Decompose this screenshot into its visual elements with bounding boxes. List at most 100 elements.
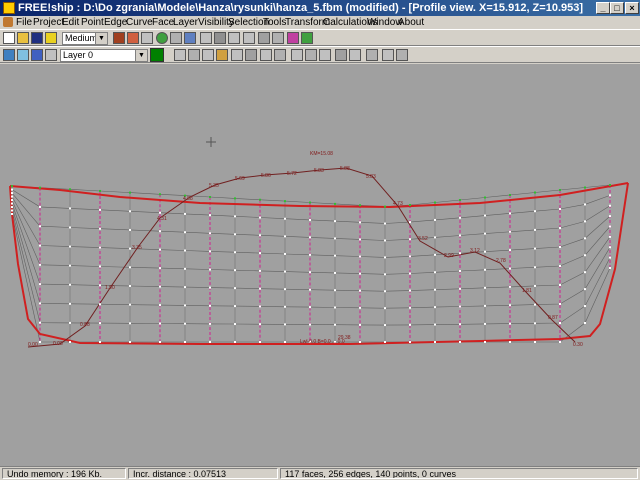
export-icon[interactable] xyxy=(45,32,57,44)
face-new-icon[interactable] xyxy=(382,49,394,61)
control-point xyxy=(129,210,131,213)
curve-value: 3.35 xyxy=(132,245,142,251)
baseline-value: 29.38 xyxy=(338,335,351,341)
control-point xyxy=(509,212,511,215)
close-button[interactable]: × xyxy=(625,2,639,14)
profile-viewport[interactable]: KM=15.08 Lwl-0.0 B=0.0 ... 0.0 29.38 0.0… xyxy=(0,64,640,466)
control-point xyxy=(184,249,186,252)
cut-icon[interactable] xyxy=(188,49,200,61)
open-file-icon[interactable] xyxy=(17,32,29,44)
control-point xyxy=(184,267,186,270)
waterline xyxy=(11,213,611,343)
control-point xyxy=(129,341,131,343)
control-point xyxy=(534,247,536,250)
face-invert-icon[interactable] xyxy=(396,49,408,61)
fair-icon[interactable] xyxy=(319,49,331,61)
select-icon[interactable] xyxy=(228,32,240,44)
curve-value: 0.00 xyxy=(28,342,38,348)
camera-icon[interactable] xyxy=(214,32,226,44)
curve-insert-icon[interactable] xyxy=(366,49,378,61)
view-icon[interactable] xyxy=(200,32,212,44)
hull-drawing[interactable]: KM=15.08 Lwl-0.0 B=0.0 ... 0.0 29.38 0.0… xyxy=(0,64,640,466)
zebra-icon[interactable] xyxy=(184,32,196,44)
new-layer-icon[interactable] xyxy=(31,49,43,61)
save-icon[interactable] xyxy=(31,32,43,44)
plane-icon[interactable] xyxy=(127,32,139,44)
control-point xyxy=(129,284,131,287)
menu-about[interactable]: About xyxy=(398,16,424,29)
document-icon[interactable] xyxy=(3,17,13,27)
control-point xyxy=(409,221,411,224)
control-point xyxy=(159,248,161,251)
layer-properties-icon[interactable] xyxy=(17,49,29,61)
menu-project[interactable]: Project xyxy=(33,16,64,29)
control-point xyxy=(434,341,436,343)
control-point xyxy=(509,230,511,233)
control-point xyxy=(509,322,511,325)
spline-icon[interactable] xyxy=(301,32,313,44)
control-point xyxy=(39,186,41,189)
curve-value: 4.31 xyxy=(157,216,167,222)
menu-tools[interactable]: Tools xyxy=(263,16,286,29)
unlock-icon[interactable] xyxy=(260,49,272,61)
face-icon[interactable] xyxy=(272,32,284,44)
menu-face[interactable]: Face xyxy=(152,16,174,29)
control-point xyxy=(359,341,361,343)
minimize-button[interactable]: _ xyxy=(596,2,610,14)
control-point xyxy=(284,323,286,326)
extrude-icon[interactable] xyxy=(202,49,214,61)
control-point xyxy=(209,286,211,289)
layer-color-swatch[interactable] xyxy=(150,48,164,62)
mirror-icon[interactable] xyxy=(174,49,186,61)
menu-layer[interactable]: Layer xyxy=(173,16,198,29)
control-point xyxy=(359,204,361,207)
collapse-icon[interactable] xyxy=(231,49,243,61)
control-point xyxy=(39,263,41,266)
insert-icon[interactable] xyxy=(216,49,228,61)
control-point xyxy=(234,269,236,272)
control-point xyxy=(334,306,336,309)
edge-split-icon[interactable] xyxy=(335,49,347,61)
grid-icon[interactable] xyxy=(113,32,125,44)
control-point xyxy=(184,304,186,307)
layer-select[interactable]: Layer 0 ▼ xyxy=(60,49,148,62)
precision-select[interactable]: Medium ▼ xyxy=(62,32,108,45)
edge-icon[interactable] xyxy=(258,32,270,44)
control-point xyxy=(39,302,41,305)
control-point xyxy=(284,217,286,220)
control-point xyxy=(584,305,586,308)
menu-edge[interactable]: Edge xyxy=(104,16,127,29)
control-point xyxy=(559,189,561,191)
chevron-down-icon: ▼ xyxy=(95,33,107,44)
curvature-icon[interactable] xyxy=(170,32,182,44)
layer-visibility-icon[interactable] xyxy=(3,49,15,61)
new-file-icon[interactable] xyxy=(3,32,15,44)
point-icon[interactable] xyxy=(243,32,255,44)
curve-icon[interactable] xyxy=(287,32,299,44)
lock-icon[interactable] xyxy=(245,49,257,61)
control-point xyxy=(334,254,336,257)
control-point xyxy=(359,306,361,309)
connect-icon[interactable] xyxy=(349,49,361,61)
maximize-button[interactable]: □ xyxy=(610,2,624,14)
knuckle-icon[interactable] xyxy=(291,49,303,61)
control-point xyxy=(334,237,336,240)
menu-file[interactable]: File xyxy=(16,16,32,29)
control-point xyxy=(384,324,386,327)
shade-icon[interactable] xyxy=(156,32,168,44)
control-point xyxy=(184,286,186,289)
control-point xyxy=(609,194,611,197)
align-icon[interactable] xyxy=(274,49,286,61)
menu-edit[interactable]: Edit xyxy=(62,16,79,29)
delete-layer-icon[interactable] xyxy=(45,49,57,61)
menu-curve[interactable]: Curve xyxy=(126,16,153,29)
control-point xyxy=(39,321,41,324)
menu-point[interactable]: Point xyxy=(81,16,104,29)
curve-value: 5.83 xyxy=(314,168,324,174)
control-point xyxy=(434,323,436,326)
control-point xyxy=(609,225,611,228)
split-icon[interactable] xyxy=(305,49,317,61)
wireframe-icon[interactable] xyxy=(141,32,153,44)
control-point xyxy=(584,203,586,206)
control-point xyxy=(11,192,13,195)
